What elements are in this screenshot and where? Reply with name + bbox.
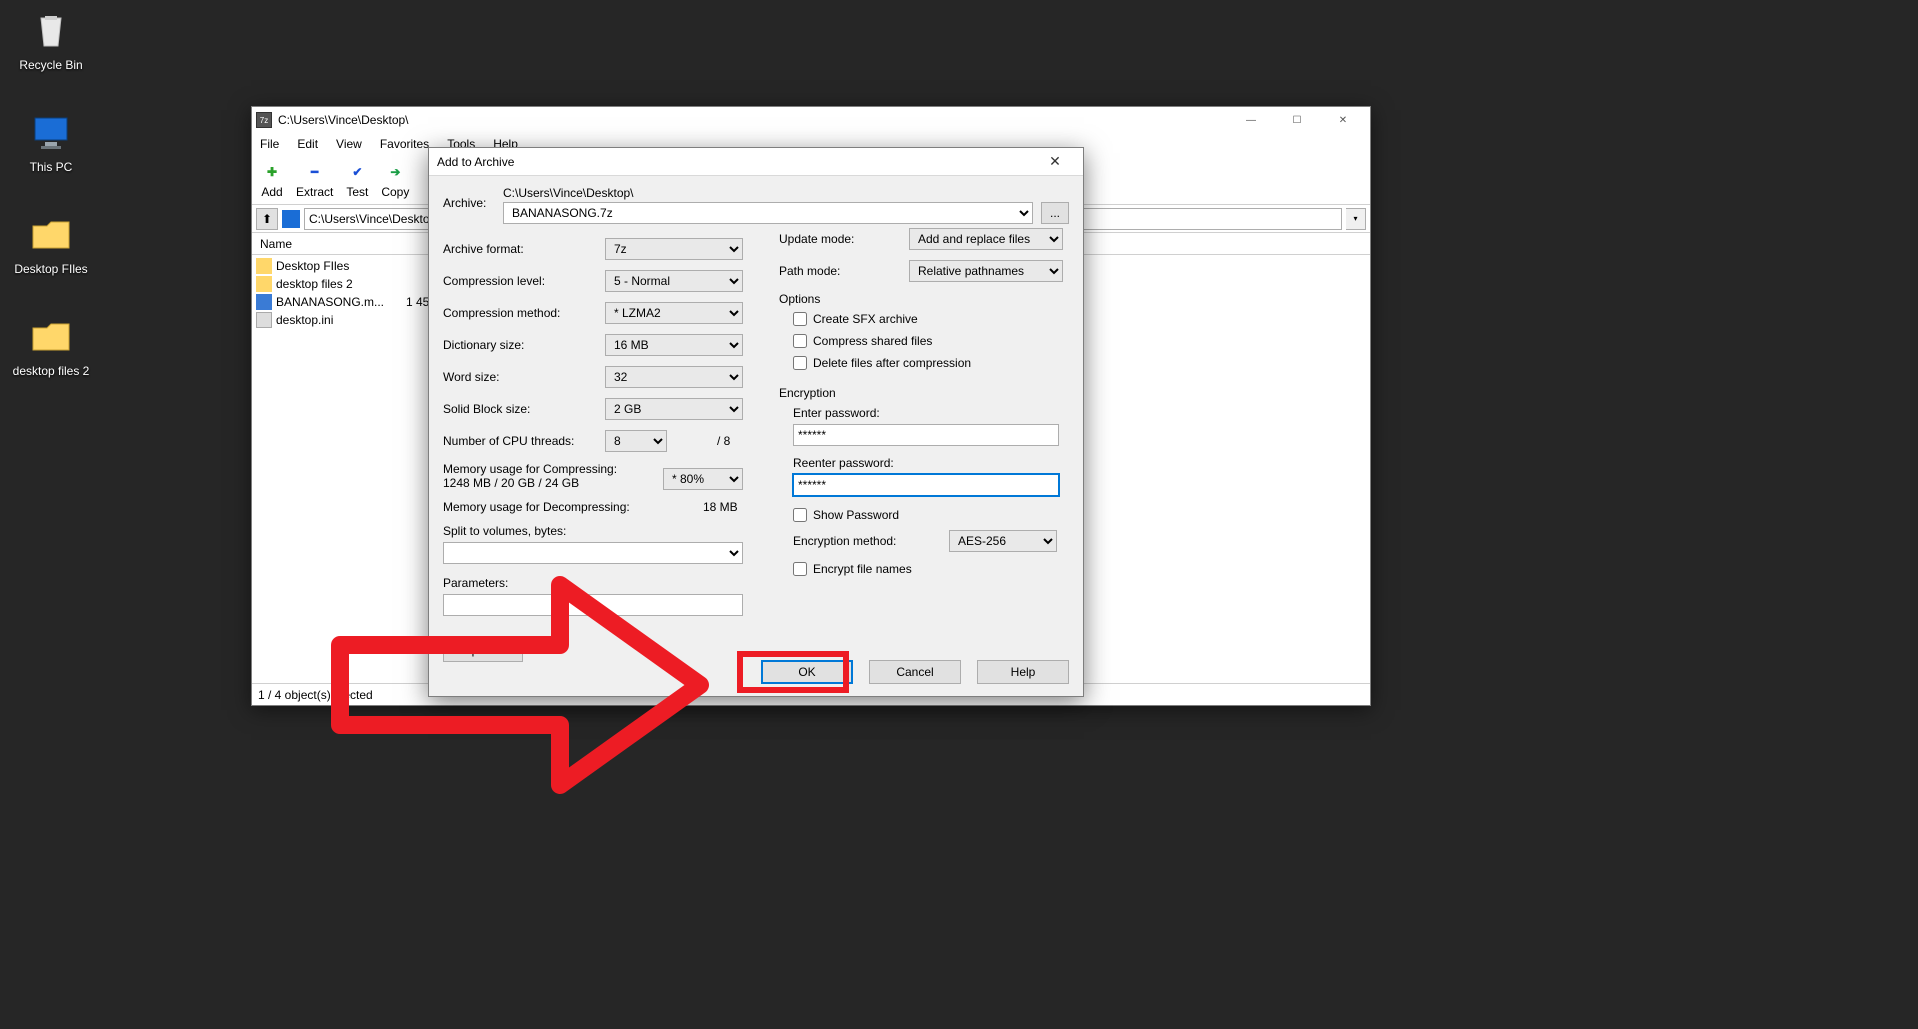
method-label: Compression method:: [443, 306, 605, 320]
format-label: Archive format:: [443, 242, 605, 256]
toolbar-add[interactable]: ✚Add: [258, 161, 286, 199]
folder-icon: [256, 276, 272, 292]
enter-password-label: Enter password:: [793, 406, 1069, 420]
sevenzip-app-icon: 7z: [256, 112, 272, 128]
folder-icon: [27, 210, 75, 258]
toolbar-copy[interactable]: ➔Copy: [381, 161, 409, 199]
recycle-bin-icon: [27, 6, 75, 54]
menu-edit[interactable]: Edit: [293, 135, 322, 153]
ini-icon: [256, 312, 272, 328]
word-select[interactable]: 32: [605, 366, 743, 388]
folder-icon: [27, 312, 75, 360]
plus-icon: ✚: [258, 161, 286, 183]
enter-password-input[interactable]: [793, 424, 1059, 446]
memd-label: Memory usage for Decompressing:: [443, 500, 663, 514]
desktop-icon-folder1[interactable]: Desktop FIles: [6, 210, 96, 276]
params-label: Parameters:: [443, 576, 508, 590]
status-objects: 1 / 4 object(s): [258, 688, 331, 702]
threads-label: Number of CPU threads:: [443, 434, 605, 448]
level-select[interactable]: 5 - Normal: [605, 270, 743, 292]
split-label: Split to volumes, bytes:: [443, 524, 566, 538]
options-group-title: Options: [779, 292, 1069, 306]
archive-label: Archive:: [443, 186, 503, 210]
method-select[interactable]: * LZMA2: [605, 302, 743, 324]
memd-value: 18 MB: [703, 500, 738, 514]
path-select[interactable]: Relative pathnames: [909, 260, 1063, 282]
file-icon: [256, 294, 272, 310]
help-button[interactable]: Help: [977, 660, 1069, 684]
menu-view[interactable]: View: [332, 135, 366, 153]
level-label: Compression level:: [443, 274, 605, 288]
encryption-group-title: Encryption: [779, 386, 1069, 400]
path-label: Path mode:: [779, 264, 909, 278]
sfx-checkbox[interactable]: Create SFX archive: [793, 312, 1069, 326]
block-label: Solid Block size:: [443, 402, 605, 416]
add-to-archive-dialog: Add to Archive ✕ Archive: C:\Users\Vince…: [428, 147, 1084, 697]
pc-icon: [27, 108, 75, 156]
arrow-right-icon: ➔: [381, 161, 409, 183]
desktop-icon-label: This PC: [6, 160, 96, 174]
memc-label: Memory usage for Compressing:: [443, 462, 663, 476]
dialog-title: Add to Archive: [437, 155, 514, 169]
window-title: C:\Users\Vince\Desktop\: [278, 113, 409, 127]
menu-file[interactable]: File: [256, 135, 283, 153]
ok-button[interactable]: OK: [761, 660, 853, 684]
encrypt-names-checkbox[interactable]: Encrypt file names: [793, 562, 1069, 576]
pc-icon: [282, 210, 300, 228]
toolbar-extract[interactable]: ━Extract: [296, 161, 333, 199]
toolbar-test[interactable]: ✔Test: [343, 161, 371, 199]
browse-button[interactable]: ...: [1041, 202, 1069, 224]
close-button[interactable]: ✕: [1320, 107, 1366, 133]
desktop-icon-thispc[interactable]: This PC: [6, 108, 96, 174]
reenter-password-input[interactable]: [793, 474, 1059, 496]
desktop-icon-label: Desktop FIles: [6, 262, 96, 276]
threads-total: / 8: [717, 434, 730, 448]
memc-select[interactable]: * 80%: [663, 468, 743, 490]
minimize-button[interactable]: —: [1228, 107, 1274, 133]
update-label: Update mode:: [779, 232, 909, 246]
params-input[interactable]: [443, 594, 743, 616]
word-label: Word size:: [443, 370, 605, 384]
enc-method-select[interactable]: AES-256: [949, 530, 1057, 552]
menu-favorites[interactable]: Favorites: [376, 135, 433, 153]
status-selected: lected: [341, 688, 373, 702]
minus-icon: ━: [301, 161, 329, 183]
enc-method-label: Encryption method:: [793, 534, 949, 548]
check-icon: ✔: [343, 161, 371, 183]
memc-value: 1248 MB / 20 GB / 24 GB: [443, 476, 663, 490]
window-titlebar[interactable]: 7z C:\Users\Vince\Desktop\ — ☐ ✕: [252, 107, 1370, 133]
archive-name-input[interactable]: BANANASONG.7z: [503, 202, 1033, 224]
dict-label: Dictionary size:: [443, 338, 605, 352]
dict-select[interactable]: 16 MB: [605, 334, 743, 356]
reenter-password-label: Reenter password:: [793, 456, 1069, 470]
up-button[interactable]: ⬆: [256, 208, 278, 230]
maximize-button[interactable]: ☐: [1274, 107, 1320, 133]
folder-icon: [256, 258, 272, 274]
shared-checkbox[interactable]: Compress shared files: [793, 334, 1069, 348]
threads-select[interactable]: 8: [605, 430, 667, 452]
address-dropdown[interactable]: ▾: [1346, 208, 1366, 230]
format-select[interactable]: 7z: [605, 238, 743, 260]
options-button[interactable]: Options: [443, 638, 523, 662]
block-select[interactable]: 2 GB: [605, 398, 743, 420]
dialog-close-button[interactable]: ✕: [1035, 153, 1075, 170]
desktop-icon-label: Recycle Bin: [6, 58, 96, 72]
cancel-button[interactable]: Cancel: [869, 660, 961, 684]
dialog-titlebar[interactable]: Add to Archive ✕: [429, 148, 1083, 176]
desktop-icon-recyclebin[interactable]: Recycle Bin: [6, 6, 96, 72]
desktop-icon-label: desktop files 2: [6, 364, 96, 378]
show-password-checkbox[interactable]: Show Password: [793, 508, 1069, 522]
desktop-icon-folder2[interactable]: desktop files 2: [6, 312, 96, 378]
delete-checkbox[interactable]: Delete files after compression: [793, 356, 1069, 370]
split-select[interactable]: [443, 542, 743, 564]
update-select[interactable]: Add and replace files: [909, 228, 1063, 250]
archive-path: C:\Users\Vince\Desktop\: [503, 186, 1069, 200]
